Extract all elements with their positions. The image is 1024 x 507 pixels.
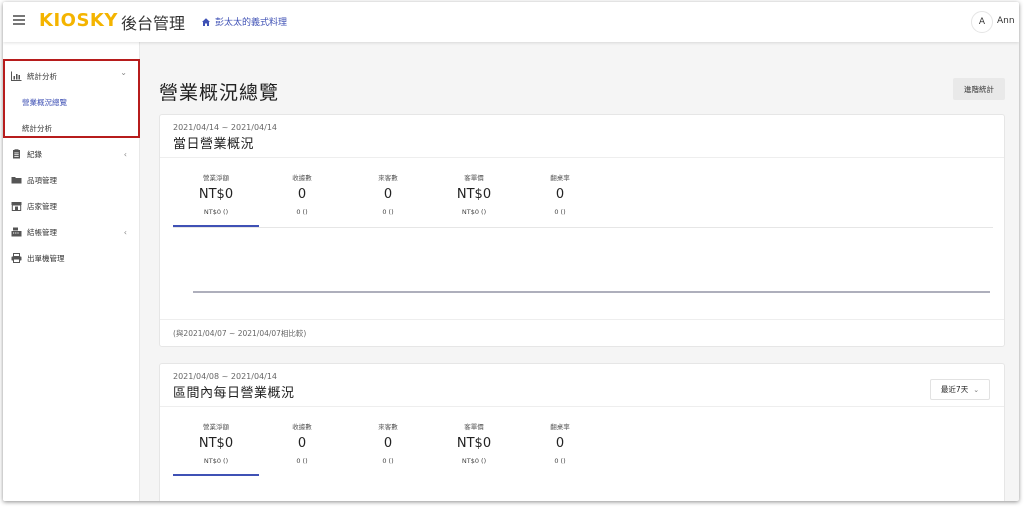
divider <box>160 157 1004 158</box>
metric-label: 翻桌率 <box>550 174 570 182</box>
sales-chart <box>193 291 990 293</box>
metric-net-sales[interactable]: 營業淨額 NT$0 NT$0 () <box>173 421 259 476</box>
metric-label: 營業淨額 <box>203 174 229 182</box>
sidebar-item-products[interactable]: 品項管理 <box>3 167 139 193</box>
date-range: 2021/04/08 ~ 2021/04/14 <box>173 372 278 381</box>
kiosky-logo: KIOSKY <box>39 10 118 31</box>
metric-value: 0 <box>383 187 393 202</box>
metric-compare: 0 () <box>382 208 394 216</box>
sidebar-subitem-overview[interactable]: 營業概況總覽 <box>3 89 139 115</box>
metric-label: 來客數 <box>378 423 398 431</box>
app-window: KIOSKY 後台管理 彭太太的義式料理 A Ann 統計分析 ⌄ 營業概況總覽… <box>3 2 1019 501</box>
metric-compare: 0 () <box>296 457 308 465</box>
home-icon <box>202 17 210 26</box>
divider <box>160 406 1004 407</box>
card-title: 當日營業概況 <box>173 137 255 152</box>
sidebar-item-printer[interactable]: 出單機管理 <box>3 245 139 271</box>
date-range: 2021/04/14 ~ 2021/04/14 <box>173 123 278 132</box>
main-content: 營業概況總覽 進階統計 2021/04/14 ~ 2021/04/14 當日營業… <box>140 42 1019 501</box>
menu-icon[interactable] <box>13 14 27 26</box>
metric-label: 客單價 <box>464 423 484 431</box>
app-title: 後台管理 <box>121 14 186 33</box>
metric-value: NT$0 <box>198 187 234 202</box>
metric-net-sales[interactable]: 營業淨額 NT$0 NT$0 () <box>173 172 259 227</box>
clipboard-icon <box>10 149 22 159</box>
metric-label: 翻桌率 <box>550 423 570 431</box>
sidebar-item-label: 營業概況總覽 <box>22 97 67 107</box>
metric-value: NT$0 <box>198 436 234 451</box>
metric-customers[interactable]: 來客數 0 0 () <box>345 421 431 465</box>
metric-receipts[interactable]: 收據數 0 0 () <box>259 172 345 216</box>
metric-receipts[interactable]: 收據數 0 0 () <box>259 421 345 465</box>
printer-icon <box>10 253 22 263</box>
period-select[interactable]: 最近7天 ⌄ <box>930 379 990 400</box>
bar-chart-icon <box>10 71 22 81</box>
sidebar-item-label: 紀錄 <box>27 149 42 159</box>
metric-table-turnover[interactable]: 翻桌率 0 0 () <box>517 172 603 216</box>
metric-value: 0 <box>555 187 565 202</box>
sidebar-item-label: 出單機管理 <box>27 253 65 263</box>
sidebar-item-label: 統計分析 <box>27 71 57 81</box>
compare-note: (與2021/04/07 ~ 2021/04/07相比較) <box>173 329 307 338</box>
metric-avg-ticket[interactable]: 客單價 NT$0 NT$0 () <box>431 172 517 216</box>
range-overview-card: 2021/04/08 ~ 2021/04/14 區間內每日營業概況 最近7天 ⌄… <box>159 363 1005 501</box>
chevron-down-icon: ⌄ <box>120 68 127 77</box>
avatar[interactable]: A <box>971 11 993 33</box>
daily-overview-card: 2021/04/14 ~ 2021/04/14 當日營業概況 營業淨額 NT$0… <box>159 114 1005 347</box>
sidebar-item-statistics[interactable]: 統計分析 ⌄ <box>3 63 139 89</box>
sidebar-item-checkout[interactable]: 結帳管理 ‹ <box>3 219 139 245</box>
metric-value: 0 <box>555 436 565 451</box>
metric-compare: NT$0 () <box>203 457 229 465</box>
chevron-left-icon: ‹ <box>123 150 127 159</box>
sidebar-item-records[interactable]: 紀錄 ‹ <box>3 141 139 167</box>
metric-compare: 0 () <box>382 457 394 465</box>
tabs-divider <box>173 227 993 228</box>
metric-value: 0 <box>297 187 307 202</box>
metric-label: 營業淨額 <box>203 423 229 431</box>
metric-label: 客單價 <box>464 174 484 182</box>
store-name: 彭太太的義式料理 <box>215 18 288 28</box>
metric-customers[interactable]: 來客數 0 0 () <box>345 172 431 216</box>
metric-avg-ticket[interactable]: 客單價 NT$0 NT$0 () <box>431 421 517 465</box>
metric-label: 收據數 <box>292 174 312 182</box>
metric-compare: NT$0 () <box>461 457 487 465</box>
sidebar-item-label: 結帳管理 <box>27 227 57 237</box>
page-title: 營業概況總覽 <box>159 82 280 104</box>
sidebar-item-label: 店家管理 <box>27 201 57 211</box>
chevron-left-icon: ‹ <box>123 228 127 237</box>
chevron-down-icon: ⌄ <box>973 385 980 394</box>
sidebar-item-label: 品項管理 <box>27 175 57 185</box>
sidebar: 統計分析 ⌄ 營業概況總覽 統計分析 紀錄 ‹ 品項管理 店家管理 結帳管理 ‹… <box>3 42 140 501</box>
metric-label: 收據數 <box>292 423 312 431</box>
metric-compare: NT$0 () <box>203 208 229 216</box>
metric-compare: 0 () <box>554 208 566 216</box>
user-name[interactable]: Ann <box>997 16 1015 26</box>
divider <box>160 319 1004 320</box>
store-link[interactable]: 彭太太的義式料理 <box>201 15 287 28</box>
metric-value: 0 <box>383 436 393 451</box>
active-tab-indicator <box>173 474 259 476</box>
card-title: 區間內每日營業概況 <box>173 386 295 401</box>
folder-icon <box>10 175 22 185</box>
metric-table-turnover[interactable]: 翻桌率 0 0 () <box>517 421 603 465</box>
metric-compare: 0 () <box>296 208 308 216</box>
cash-register-icon <box>10 227 22 237</box>
sidebar-item-label: 統計分析 <box>22 123 52 133</box>
period-select-value: 最近7天 <box>940 385 969 394</box>
metric-compare: 0 () <box>554 457 566 465</box>
store-icon <box>10 201 22 211</box>
advanced-stats-button[interactable]: 進階統計 <box>953 78 1005 100</box>
top-bar: KIOSKY 後台管理 彭太太的義式料理 A Ann <box>3 2 1019 42</box>
metric-compare: NT$0 () <box>461 208 487 216</box>
metric-value: NT$0 <box>456 436 492 451</box>
sidebar-item-store[interactable]: 店家管理 <box>3 193 139 219</box>
metric-value: NT$0 <box>456 187 492 202</box>
metric-value: 0 <box>297 436 307 451</box>
sidebar-subitem-statistics[interactable]: 統計分析 <box>3 115 139 141</box>
metric-label: 來客數 <box>378 174 398 182</box>
